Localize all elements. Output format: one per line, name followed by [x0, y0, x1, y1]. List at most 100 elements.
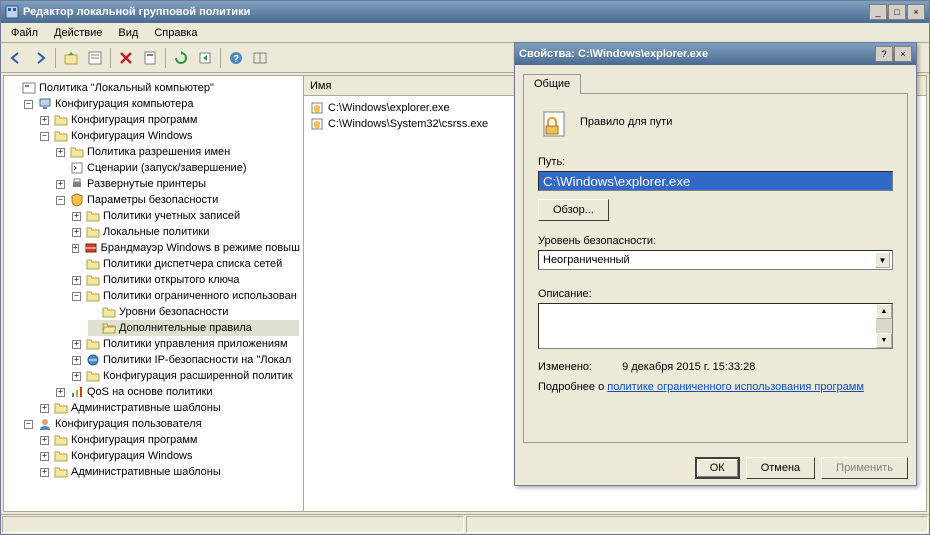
tree-u-software[interactable]: +Конфигурация программ [40, 432, 299, 448]
dialog-close-button[interactable]: × [894, 46, 912, 62]
tree-local-policies[interactable]: +Локальные политики [72, 224, 299, 240]
delete-button[interactable] [115, 47, 137, 69]
desc-label: Описание: [538, 288, 893, 300]
policy-icon [22, 81, 36, 95]
folder-icon [54, 449, 68, 463]
tree-security[interactable]: −Параметры безопасности [56, 192, 299, 208]
learn-more-link[interactable]: политике ограниченного использования про… [607, 381, 864, 393]
tab-general[interactable]: Общие [523, 74, 581, 94]
tab-panel-general: Правило для пути Путь: Обзор... Уровень … [523, 93, 908, 443]
tree-scripts[interactable]: Сценарии (запуск/завершение) [56, 160, 299, 176]
extra-button[interactable] [249, 47, 271, 69]
tree-name-resolution[interactable]: +Политика разрешения имен [56, 144, 299, 160]
tree-nlm[interactable]: Политики диспетчера списка сетей [72, 256, 299, 272]
ipsec-icon [86, 353, 100, 367]
tree-windows-settings[interactable]: −Конфигурация Windows [40, 128, 299, 144]
dialog-body: Общие Правило для пути Путь: Обзор... Ур… [515, 65, 916, 451]
folder-icon [86, 257, 100, 271]
dropdown-icon: ▼ [875, 252, 890, 268]
rule-icon [310, 101, 324, 115]
tree-computer-config[interactable]: −Конфигурация компьютера [24, 96, 299, 112]
tree-firewall[interactable]: +Брандмауэр Windows в режиме повыш [72, 240, 299, 256]
close-button[interactable]: × [907, 4, 925, 20]
statusbar [1, 514, 929, 534]
tree-additional-rules[interactable]: Дополнительные правила [88, 320, 299, 336]
forward-button[interactable] [29, 47, 51, 69]
minimize-button[interactable]: _ [869, 4, 887, 20]
tree-u-admin[interactable]: +Административные шаблоны [40, 464, 299, 480]
script-icon [70, 161, 84, 175]
folder-icon [86, 273, 100, 287]
firewall-icon [84, 241, 98, 255]
tabs: Общие [523, 73, 908, 93]
back-button[interactable] [5, 47, 27, 69]
folder-icon [102, 305, 116, 319]
window-title: Редактор локальной групповой политики [23, 6, 869, 18]
tree-account-policies[interactable]: +Политики учетных записей [72, 208, 299, 224]
up-button[interactable] [60, 47, 82, 69]
browse-button[interactable]: Обзор... [538, 199, 609, 221]
user-icon [38, 417, 52, 431]
expander-icon[interactable]: − [24, 100, 33, 109]
folder-icon [86, 369, 100, 383]
scroll-down-icon[interactable]: ▼ [876, 333, 892, 348]
folder-icon [54, 401, 68, 415]
tree-app-control[interactable]: +Политики управления приложениям [72, 336, 299, 352]
prop-button[interactable] [139, 47, 161, 69]
tree-audit[interactable]: +Конфигурация расширенной политик [72, 368, 299, 384]
tree-security-levels[interactable]: Уровни безопасности [88, 304, 299, 320]
cancel-button[interactable]: Отмена [746, 457, 815, 479]
refresh-button[interactable] [170, 47, 192, 69]
level-label: Уровень безопасности: [538, 235, 893, 247]
ok-button[interactable]: ОК [695, 457, 740, 479]
menu-help[interactable]: Справка [146, 25, 205, 41]
folder-open-icon [102, 321, 116, 335]
tree-software-settings[interactable]: +Конфигурация программ [40, 112, 299, 128]
properties-button[interactable] [84, 47, 106, 69]
folder-icon [86, 337, 100, 351]
path-input[interactable] [538, 171, 893, 191]
tree-panel[interactable]: Политика "Локальный компьютер" −Конфигур… [4, 76, 304, 511]
maximize-button[interactable]: □ [888, 4, 906, 20]
export-button[interactable] [194, 47, 216, 69]
tree-ipsec[interactable]: +Политики IP-безопасности на "Локал [72, 352, 299, 368]
folder-icon [70, 145, 84, 159]
tree-admin-templates[interactable]: +Административные шаблоны [40, 400, 299, 416]
menu-action[interactable]: Действие [46, 25, 110, 41]
svg-text:?: ? [233, 54, 239, 65]
dialog-help-button[interactable]: ? [875, 46, 893, 62]
dialog-title: Свойства: C:\Windows\explorer.exe [519, 48, 875, 60]
dialog-titlebar[interactable]: Свойства: C:\Windows\explorer.exe ? × [515, 43, 916, 65]
tree-root[interactable]: Политика "Локальный компьютер" [8, 80, 299, 96]
learn-more-text: Подробнее о [538, 381, 607, 393]
desc-scrollbar[interactable]: ▲ ▼ [876, 304, 892, 348]
rule-type-label: Правило для пути [580, 108, 672, 128]
tree-srp[interactable]: −Политики ограниченного использован [72, 288, 299, 304]
tree-u-windows[interactable]: +Конфигурация Windows [40, 448, 299, 464]
menu-file[interactable]: Файл [3, 25, 46, 41]
tree-printers[interactable]: +Развернутые принтеры [56, 176, 299, 192]
apply-button[interactable]: Применить [821, 457, 908, 479]
path-rule-icon [538, 108, 570, 140]
menu-view[interactable]: Вид [110, 25, 146, 41]
scroll-up-icon[interactable]: ▲ [876, 304, 892, 319]
tree-qos[interactable]: +QoS на основе политики [56, 384, 299, 400]
folder-icon [54, 129, 68, 143]
folder-icon [54, 113, 68, 127]
dialog-buttons: ОК Отмена Применить [515, 451, 916, 485]
menubar: Файл Действие Вид Справка [1, 23, 929, 43]
properties-dialog: Свойства: C:\Windows\explorer.exe ? × Об… [514, 42, 917, 486]
folder-icon [54, 433, 68, 447]
rule-icon [310, 117, 324, 131]
desc-textarea[interactable]: ▲ ▼ [538, 303, 893, 349]
modified-value: 9 декабря 2015 г. 15:33:28 [622, 361, 755, 373]
folder-icon [86, 225, 100, 239]
qos-icon [70, 385, 84, 399]
path-label: Путь: [538, 156, 893, 168]
tree-pubkey[interactable]: +Политики открытого ключа [72, 272, 299, 288]
app-icon [5, 5, 19, 19]
tree-user-config[interactable]: −Конфигурация пользователя [24, 416, 299, 432]
help-button[interactable]: ? [225, 47, 247, 69]
level-select[interactable]: Неограниченный ▼ [538, 250, 893, 270]
main-titlebar[interactable]: Редактор локальной групповой политики _ … [1, 1, 929, 23]
